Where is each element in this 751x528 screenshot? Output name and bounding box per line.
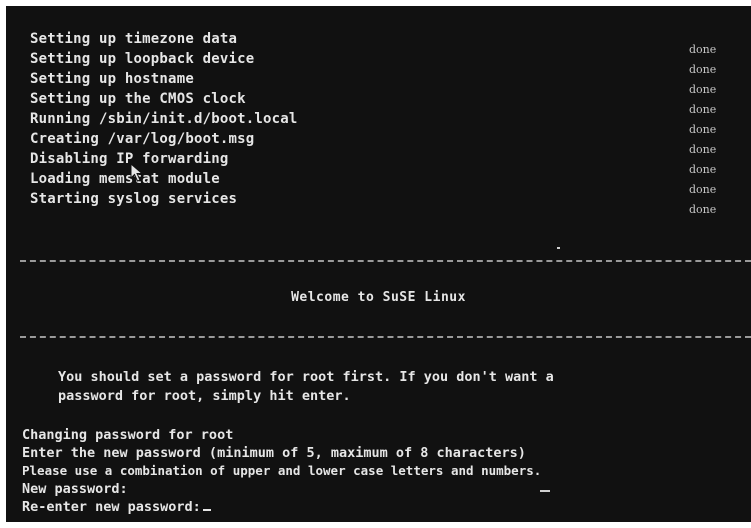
boot-line-timezone: Setting up timezone data [30, 31, 238, 47]
status-done: done [689, 123, 717, 136]
terminal-screen[interactable]: Setting up timezone data Setting up loop… [6, 6, 751, 522]
boot-line-boot-msg: Creating /var/log/boot.msg [30, 131, 255, 147]
banner-separator-bottom [20, 336, 751, 338]
password-hint: Please use a combination of upper and lo… [22, 463, 542, 478]
status-done: done [689, 43, 717, 56]
welcome-banner: Welcome to SuSE Linux [291, 290, 466, 305]
boot-line-cmos: Setting up the CMOS clock [30, 91, 246, 107]
status-done: done [689, 63, 717, 76]
screen-speck [557, 247, 560, 249]
boot-line-memstat: Loading memstat module [30, 171, 220, 187]
banner-separator-top [20, 260, 751, 262]
status-done: done [689, 163, 717, 176]
status-done: done [689, 183, 717, 196]
status-done: done [689, 83, 717, 96]
text-cursor [202, 509, 211, 511]
reenter-password-line[interactable]: Re-enter new password: [22, 498, 211, 516]
notice-line-2: password for root, simply hit enter. [58, 388, 351, 404]
notice-line-1: You should set a password for root first… [58, 369, 554, 385]
changing-password-text: Changing password for root [22, 427, 234, 443]
status-done: done [689, 103, 717, 116]
boot-line-boot-local: Running /sbin/init.d/boot.local [30, 111, 298, 127]
status-done: done [689, 143, 717, 156]
enter-password-instruction: Enter the new password (minimum of 5, ma… [22, 445, 526, 461]
boot-line-loopback: Setting up loopback device [30, 51, 255, 67]
mouse-pointer-icon [130, 163, 144, 182]
boot-line-syslog: Starting syslog services [30, 191, 238, 207]
screen-speck [540, 490, 550, 492]
reenter-password-prompt: Re-enter new password: [22, 499, 201, 515]
boot-line-hostname: Setting up hostname [30, 71, 194, 87]
status-done: done [689, 203, 717, 216]
new-password-prompt: New password: [22, 481, 128, 497]
